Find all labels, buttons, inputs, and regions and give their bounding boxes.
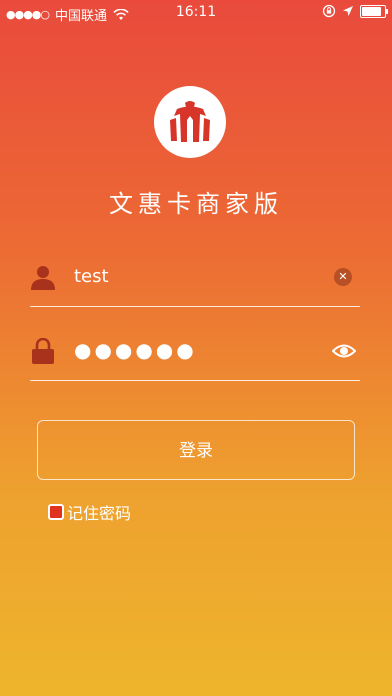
user-icon	[31, 266, 55, 290]
password-input[interactable]: ●●●●●●	[74, 338, 197, 362]
remember-password[interactable]: 记住密码	[48, 500, 131, 524]
username-input[interactable]: test	[74, 266, 109, 287]
rotation-lock-icon	[322, 4, 336, 18]
eye-icon[interactable]	[332, 342, 356, 360]
battery-indicator	[360, 4, 388, 18]
login-button[interactable]: 登录	[37, 420, 355, 480]
app-logo	[154, 86, 226, 158]
clear-icon[interactable]: ✕	[334, 268, 352, 286]
app-title: 文惠卡商家版	[109, 190, 283, 218]
logo-mark-icon	[170, 101, 210, 142]
battery-fill	[362, 6, 381, 16]
password-field[interactable]: ●●●●●●	[30, 328, 360, 381]
lock-icon	[32, 338, 54, 364]
login-screen: ●●●●○ 中国联通 16:11 文惠卡商家版 test ✕ ●●●●●● 登录…	[0, 0, 392, 696]
remember-checkbox[interactable]	[48, 504, 64, 520]
location-icon	[343, 6, 353, 16]
status-right	[322, 4, 388, 18]
username-field[interactable]: test ✕	[30, 254, 360, 307]
status-bar: ●●●●○ 中国联通 16:11	[0, 0, 392, 26]
remember-label: 记住密码	[67, 504, 132, 523]
